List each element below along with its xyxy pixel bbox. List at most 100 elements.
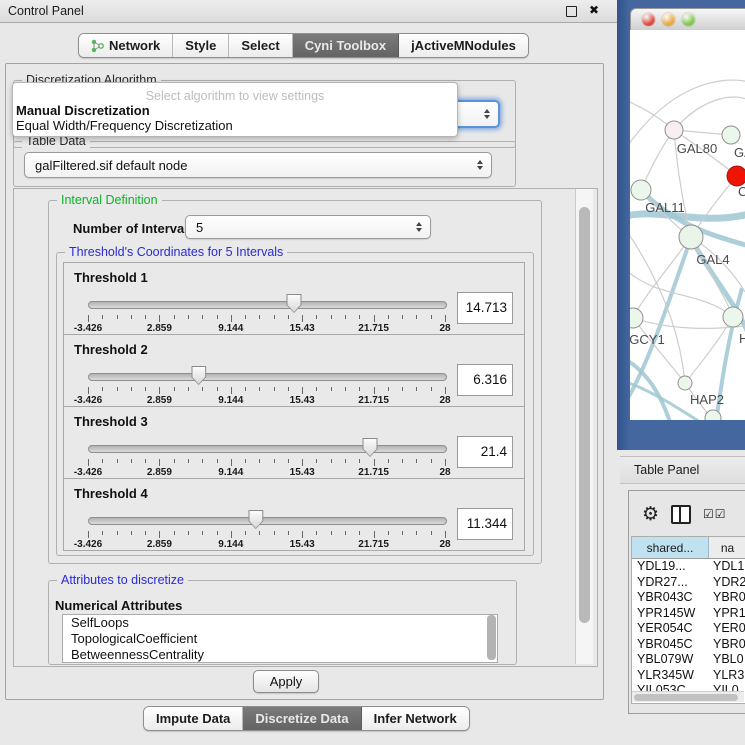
checkbox-icons[interactable]: ☑☑: [703, 507, 727, 521]
slider-track[interactable]: [88, 373, 447, 381]
tab-cyni-toolbox[interactable]: Cyni Toolbox: [293, 34, 399, 57]
network-node[interactable]: [727, 166, 745, 186]
table-data-combo[interactable]: galFiltered.sif default node: [24, 152, 492, 178]
table-row[interactable]: YDR27...YDR2: [632, 575, 745, 591]
slider-track[interactable]: [88, 517, 447, 525]
threshold-slider[interactable]: -3.4262.8599.14415.4321.71528: [64, 335, 454, 408]
tick-label: 9.144: [218, 395, 243, 406]
table-cell[interactable]: YBR045C: [632, 637, 709, 653]
minimize-light[interactable]: [662, 13, 675, 26]
table-cell[interactable]: YLR3: [709, 668, 745, 684]
table-cell[interactable]: YDL19...: [632, 559, 709, 575]
threshold-value-field[interactable]: 21.4: [457, 436, 513, 468]
tab-jactivemnodules[interactable]: jActiveMNodules: [399, 34, 528, 57]
tick-mark: [359, 387, 360, 391]
network-node[interactable]: [723, 307, 743, 327]
table-row[interactable]: YER054CYER0: [632, 621, 745, 637]
slider-thumb[interactable]: [248, 510, 263, 529]
network-canvas[interactable]: GAL80GACGAL11GAL4GCY1HHAP2: [630, 30, 745, 420]
control-panel-titlebar: Control Panel ✖: [0, 0, 617, 23]
table-cell[interactable]: YBR0: [709, 590, 745, 606]
tab-style[interactable]: Style: [173, 34, 229, 57]
zoom-light[interactable]: [682, 13, 695, 26]
table-cell[interactable]: YDL1: [709, 559, 745, 575]
tab-label: Infer Network: [374, 711, 457, 726]
slider-thumb[interactable]: [191, 366, 206, 385]
hscrollbar-thumb[interactable]: [634, 694, 738, 701]
table-cell[interactable]: YBL0: [709, 652, 745, 668]
table-cell[interactable]: YDR27...: [632, 575, 709, 591]
table-row[interactable]: YBR045CYBR0: [632, 637, 745, 653]
tab-impute-data[interactable]: Impute Data: [144, 707, 243, 730]
threshold-value-field[interactable]: 11.344: [457, 508, 513, 540]
tick-mark: [402, 459, 403, 463]
table-cell[interactable]: YBR043C: [632, 590, 709, 606]
network-node[interactable]: [631, 180, 651, 200]
threshold-list: Threshold 1-3.4262.8599.14415.4321.71528…: [63, 263, 525, 551]
tick-mark: [117, 459, 118, 463]
tab-discretize-data[interactable]: Discretize Data: [243, 707, 361, 730]
table-panel-title: Table Panel: [634, 463, 699, 477]
tick-mark: [259, 459, 260, 463]
table-cell[interactable]: YER0: [709, 621, 745, 637]
table-cell[interactable]: YPR145W: [632, 606, 709, 622]
table-cell[interactable]: YBL079W: [632, 652, 709, 668]
table-header-cell[interactable]: na: [709, 537, 745, 558]
table-header-cell[interactable]: shared...: [632, 537, 709, 558]
network-node[interactable]: [679, 225, 703, 249]
horizontal-scrollbar[interactable]: [632, 691, 744, 702]
float-window-icon[interactable]: [566, 6, 577, 17]
slider-track[interactable]: [88, 445, 447, 453]
tick-label: -3.426: [74, 323, 102, 334]
network-node[interactable]: [678, 376, 692, 390]
network-node[interactable]: [630, 308, 643, 328]
attributes-scrollbar-thumb[interactable]: [487, 615, 496, 660]
table-cell[interactable]: YER054C: [632, 621, 709, 637]
popup-item-manual-discretization[interactable]: Manual Discretization: [13, 103, 457, 118]
scrollbar-thumb[interactable]: [579, 207, 590, 623]
tab-infer-network[interactable]: Infer Network: [362, 707, 469, 730]
slider-track[interactable]: [88, 301, 447, 309]
columns-icon[interactable]: [671, 505, 691, 524]
network-node[interactable]: [722, 126, 740, 144]
gear-icon[interactable]: ⚙: [642, 505, 659, 524]
table-cell[interactable]: YPR1: [709, 606, 745, 622]
threshold-slider[interactable]: -3.4262.8599.14415.4321.71528: [64, 479, 454, 552]
table-cell[interactable]: YBR0: [709, 637, 745, 653]
table-cell[interactable]: YDR2: [709, 575, 745, 591]
slider-thumb[interactable]: [286, 294, 301, 313]
tick-mark: [217, 315, 218, 319]
threshold-slider[interactable]: -3.4262.8599.14415.4321.71528: [64, 407, 454, 480]
slider-thumb[interactable]: [363, 438, 378, 457]
tab-select[interactable]: Select: [229, 34, 292, 57]
tick-mark: [88, 459, 89, 466]
threshold-value-field[interactable]: 14.713: [457, 292, 513, 324]
popup-item-equal-width-frequency[interactable]: Equal Width/Frequency Discretization: [13, 118, 457, 133]
table-row[interactable]: YBL079WYBL0: [632, 652, 745, 668]
attribute-item[interactable]: SelfLoops: [63, 615, 497, 631]
close-icon[interactable]: ✖: [589, 3, 599, 17]
table-rows: YDL19...YDL1YDR27...YDR2YBR043CYBR0YPR14…: [632, 559, 745, 699]
network-node-label: GAL11: [645, 200, 685, 215]
vertical-scrollbar[interactable]: [575, 189, 593, 664]
tick-mark: [316, 387, 317, 391]
tab-network[interactable]: Network: [79, 34, 173, 57]
apply-button[interactable]: Apply: [253, 670, 319, 693]
table-row[interactable]: YLR345WYLR3: [632, 668, 745, 684]
network-window-titlebar[interactable]: [630, 8, 745, 32]
numerical-attributes-list[interactable]: SelfLoopsTopologicalCoefficientBetweenne…: [62, 614, 498, 663]
network-node-label: HAP2: [690, 392, 724, 407]
attribute-item[interactable]: BetweennessCentrality: [63, 647, 497, 663]
table-row[interactable]: YBR043CYBR0: [632, 590, 745, 606]
tick-mark: [131, 387, 132, 391]
table-row[interactable]: YDL19...YDL1: [632, 559, 745, 575]
table-row[interactable]: YPR145WYPR1: [632, 606, 745, 622]
network-node[interactable]: [665, 121, 683, 139]
threshold-slider[interactable]: -3.4262.8599.14415.4321.71528: [64, 263, 454, 336]
tick-label: 21.715: [358, 395, 389, 406]
close-light[interactable]: [642, 13, 655, 26]
num-intervals-combo[interactable]: 5: [185, 215, 431, 239]
threshold-value-field[interactable]: 6.316: [457, 364, 513, 396]
table-cell[interactable]: YLR345W: [632, 668, 709, 684]
attribute-item[interactable]: TopologicalCoefficient: [63, 631, 497, 647]
